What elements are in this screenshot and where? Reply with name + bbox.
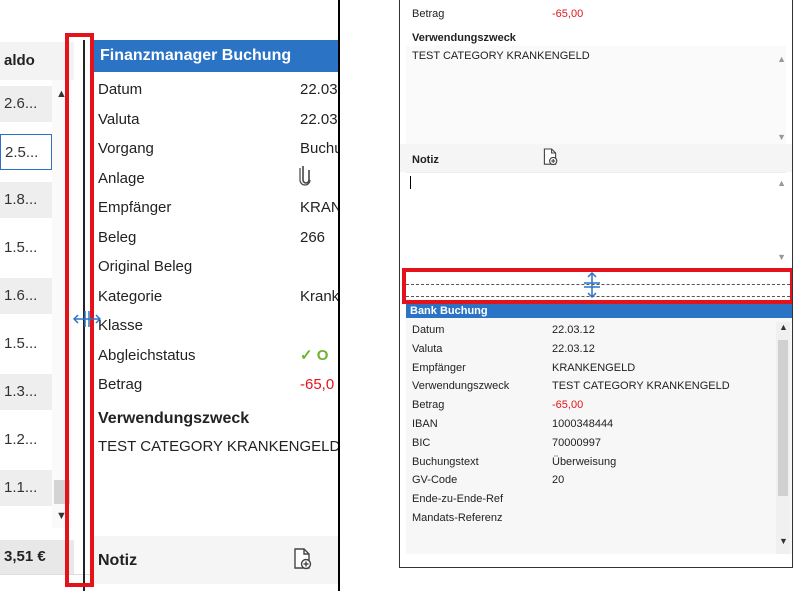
field-row: Original Beleg: [98, 253, 338, 281]
saldo-row[interactable]: 2.5...: [0, 134, 52, 170]
bank-field-value: 1000348444: [552, 418, 614, 430]
scroll-up-icon[interactable]: ▲: [779, 322, 788, 332]
bank-field-value: 22.03.12: [552, 342, 595, 355]
left-screenshot: aldo 2.6... 2.5... 1.8... 1.5... 1.6... 1.5..…: [0, 0, 340, 591]
finanzmanager-buchung-panel: Finanzmanager Buchung Datum 22.03 Valuta 22…: [94, 40, 338, 591]
right-screenshot: Betrag -65,00 Verwendungszweck TEST CATE…: [399, 0, 793, 568]
scroll-down-icon[interactable]: ▼: [777, 132, 786, 142]
bank-field-label: Betrag: [412, 399, 445, 412]
field-label: Anlage: [98, 169, 145, 187]
field-label: Original Beleg: [98, 258, 193, 275]
field-value: 22.03: [300, 110, 338, 128]
bank-field-label: GV-Code: [412, 474, 458, 487]
bank-field-value: KRANKENGELD: [552, 361, 636, 374]
field-label: Kategorie: [98, 287, 163, 305]
bank-field-label: BIC: [412, 436, 431, 449]
bank-field-label: Empfänger: [412, 361, 466, 374]
field-value: 22.03: [300, 81, 338, 98]
field-row: Valuta 22.03: [98, 106, 338, 134]
field-row: Betrag -65,0: [98, 371, 338, 399]
saldo-total: 3,51 €: [0, 540, 74, 574]
field-value: Krank: [300, 287, 340, 305]
attachment-icon[interactable]: [298, 164, 312, 186]
bank-field-label: IBAN: [412, 418, 438, 430]
field-row: Abgleichstatus ✓ O: [98, 342, 338, 370]
bank-field-label: Mandats-Referenz: [412, 512, 503, 524]
field-label: Abgleichstatus: [98, 346, 196, 364]
betrag-label: Betrag: [412, 8, 445, 20]
saldo-row[interactable]: 1.8...: [0, 182, 52, 218]
verwendungszweck-text: TEST CATEGORY KRANKENGELD: [412, 50, 590, 62]
field-row: Kategorie Krank: [98, 283, 338, 311]
notiz-textbox[interactable]: [406, 172, 786, 265]
bank-buchung-title: Bank Buchung: [406, 304, 792, 318]
saldo-column: aldo 2.6... 2.5... 1.8... 1.5... 1.6... 1.5..…: [0, 0, 74, 591]
split-cursor-icon: [584, 272, 600, 298]
betrag-value: -65,00: [552, 8, 584, 20]
field-row: Vorgang Buchu: [98, 135, 338, 163]
bank-field-value: 20: [552, 474, 565, 487]
field-label: Vorgang: [98, 140, 154, 157]
field-value: Buchu: [300, 140, 340, 157]
field-label: Empfänger: [98, 199, 172, 216]
scrollbar-thumb[interactable]: [778, 340, 788, 496]
field-row: Beleg 266: [98, 224, 338, 252]
scroll-down-icon[interactable]: ▼: [777, 252, 786, 262]
bank-field-label: Valuta: [412, 342, 443, 355]
bank-field-label: Datum: [412, 324, 445, 336]
bank-field-value: -65,00: [552, 399, 584, 412]
bank-field-value: 70000997: [552, 436, 601, 449]
field-row: Datum 22.03: [98, 76, 338, 104]
saldo-header[interactable]: aldo: [0, 42, 74, 80]
verwendungszweck-text[interactable]: TEST CATEGORY KRANKENGELD: [98, 438, 338, 455]
scroll-up-icon[interactable]: ▲: [777, 54, 786, 64]
text-cursor: [410, 176, 411, 189]
add-note-icon[interactable]: [542, 148, 558, 166]
verwendungszweck-label: Verwendungszweck: [98, 410, 250, 427]
bank-field-value: TEST CATEGORY KRANKENGELD: [552, 380, 730, 393]
saldo-row[interactable]: 2.6...: [0, 86, 52, 122]
field-label: Beleg: [98, 228, 137, 246]
field-label: Valuta: [98, 110, 140, 128]
field-row: Empfänger KRAN: [98, 194, 338, 222]
saldo-row[interactable]: 1.1...: [0, 470, 52, 506]
saldo-row[interactable]: 1.5...: [0, 230, 52, 266]
field-value: KRAN: [300, 199, 340, 216]
bank-field-value: Überweisung: [552, 455, 617, 468]
add-note-icon[interactable]: [292, 548, 312, 570]
bank-field-label: Verwendungszweck: [412, 380, 510, 393]
bank-field-label: Buchungstext: [412, 455, 479, 468]
bank-scrollbar[interactable]: ▲ ▼: [776, 322, 790, 554]
field-label: Betrag: [98, 376, 143, 393]
field-value: -65,0: [300, 376, 335, 393]
notiz-label: Notiz: [98, 552, 138, 569]
field-value: 266: [300, 228, 326, 246]
saldo-row[interactable]: 1.2...: [0, 422, 52, 458]
saldo-row[interactable]: 1.5...: [0, 326, 52, 362]
bank-field-value: 22.03.12: [552, 324, 595, 336]
saldo-row[interactable]: 1.6...: [0, 278, 52, 314]
field-label: Klasse: [98, 317, 144, 334]
scroll-up-icon[interactable]: ▲: [777, 178, 786, 188]
bank-field-label: Ende-zu-Ende-Ref: [412, 493, 504, 506]
notiz-label: Notiz: [412, 154, 439, 166]
field-value: ✓ O: [300, 346, 329, 364]
saldo-row[interactable]: 1.3...: [0, 374, 52, 410]
scroll-down-icon[interactable]: ▼: [779, 536, 788, 546]
field-label: Datum: [98, 81, 143, 98]
field-row: Klasse: [98, 312, 338, 340]
verwendungszweck-label: Verwendungszweck: [412, 32, 516, 44]
panel-title: Finanzmanager Buchung: [94, 40, 338, 72]
notiz-bar: [400, 144, 792, 172]
